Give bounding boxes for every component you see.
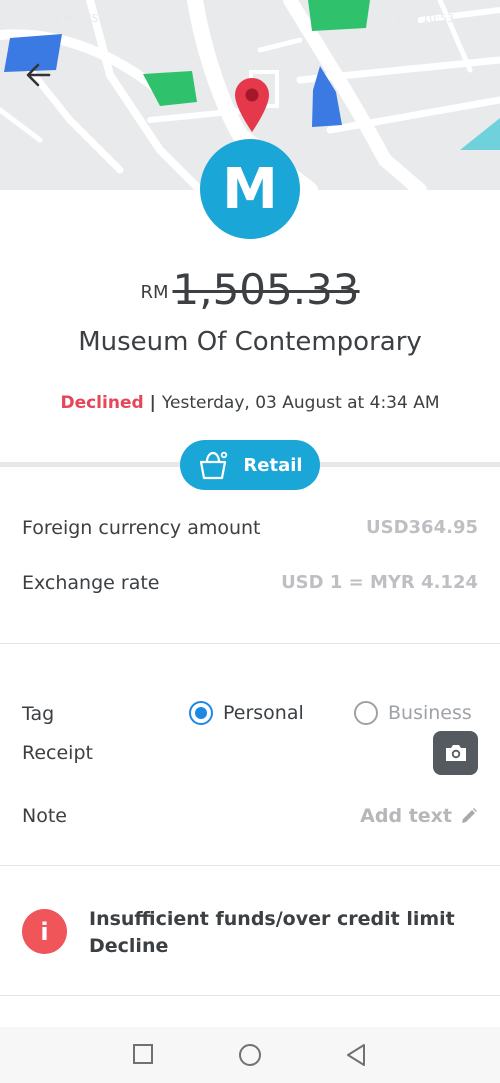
add-receipt-button[interactable]: [433, 731, 478, 775]
carrier-name: MY MAXIS: [44, 12, 99, 25]
status-badge: Declined: [60, 393, 144, 413]
tag-option-personal[interactable]: Personal: [189, 701, 304, 725]
arrow-left-icon: [26, 63, 51, 87]
transaction-status-line: Declined | Yesterday, 03 August at 4:34 AM: [0, 393, 500, 413]
shopping-bag-icon: [200, 451, 228, 480]
category-label: Retail: [243, 454, 303, 476]
currency-label: RM: [140, 282, 169, 303]
home-icon[interactable]: [238, 1043, 262, 1067]
pencil-icon: [462, 808, 477, 823]
status-bar-info: 82% 10:53: [394, 12, 454, 25]
foreign-currency-row: Foreign currency amount USD364.95: [22, 517, 478, 539]
radio-unselected-icon: [354, 701, 378, 725]
add-note-button[interactable]: Add text: [360, 805, 478, 827]
info-icon: i: [22, 909, 67, 954]
tag-option-business[interactable]: Business: [354, 701, 472, 725]
add-text-label: Add text: [360, 805, 452, 827]
tag-business-label: Business: [388, 702, 472, 724]
location-pin-icon: [235, 78, 269, 132]
receipt-label: Receipt: [22, 742, 93, 764]
system-navigation-bar: [0, 1027, 500, 1083]
divider: [0, 865, 500, 866]
tag-personal-label: Personal: [223, 702, 304, 724]
radio-selected-icon: [189, 701, 213, 725]
exchange-rate-row: Exchange rate USD 1 = MYR 4.124: [22, 572, 478, 594]
transaction-datetime: Yesterday, 03 August at 4:34 AM: [161, 393, 440, 413]
merchant-avatar: M: [200, 139, 300, 239]
amount-value: 1,505.33: [172, 265, 360, 314]
exchange-rate-value: USD 1 = MYR 4.124: [281, 572, 478, 593]
status-separator: |: [149, 393, 156, 413]
foreign-currency-label: Foreign currency amount: [22, 517, 261, 539]
exchange-rate-label: Exchange rate: [22, 572, 160, 594]
status-bar: MY MAXIS 82% 10:53: [0, 8, 500, 30]
transaction-amount: RM1,505.33: [0, 265, 500, 314]
camera-icon: [445, 745, 466, 761]
recent-apps-icon[interactable]: [132, 1043, 154, 1065]
back-button[interactable]: [22, 58, 56, 92]
category-button[interactable]: Retail: [180, 440, 320, 490]
back-nav-icon[interactable]: [344, 1043, 368, 1067]
decline-reason: Insufficient funds/over credit limit Dec…: [89, 908, 455, 957]
divider: [0, 995, 500, 996]
divider: [0, 643, 500, 644]
foreign-currency-value: USD364.95: [366, 517, 478, 538]
merchant-name: Museum Of Contemporary: [78, 327, 422, 357]
